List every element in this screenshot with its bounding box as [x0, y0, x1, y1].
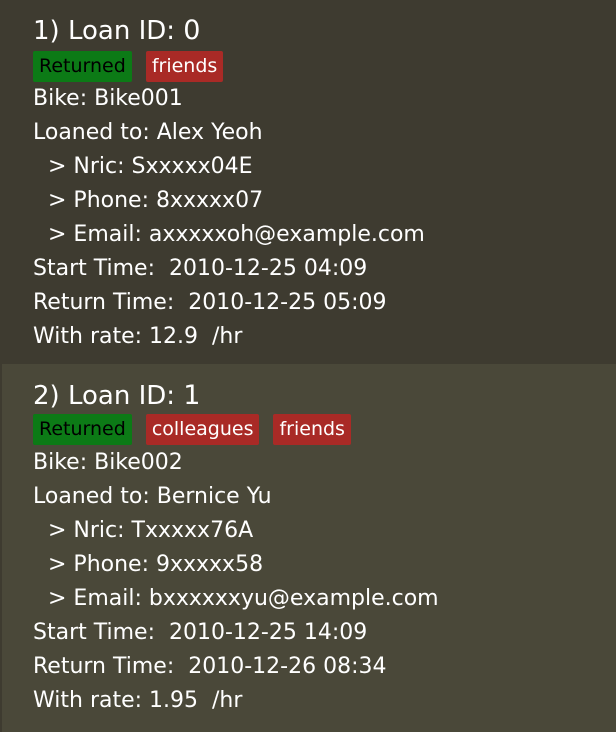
loan-list-item[interactable]: 2) Loan ID: 1 Returned colleagues friend…: [2, 364, 616, 732]
loan-index: 2): [33, 381, 60, 411]
loan-index: 1): [33, 16, 60, 46]
bike-field: Bike: Bike002: [33, 450, 183, 475]
email-field: > Email: axxxxxoh@example.com: [48, 222, 425, 247]
loan-list-item[interactable]: 1) Loan ID: 0 Returned friends Bike: Bik…: [2, 0, 616, 364]
rate-field: With rate: 1.95 /hr: [33, 688, 243, 713]
loan-id-value: 1: [183, 380, 201, 411]
status-badge: Returned: [33, 51, 132, 82]
bike-field: Bike: Bike001: [33, 86, 183, 111]
loan-id-label: Loan ID:: [67, 16, 176, 46]
tag-row: Returned friends: [33, 51, 224, 82]
loaned-to-field: Loaned to: Alex Yeoh: [33, 120, 263, 145]
phone-field: > Phone: 8xxxxx07: [48, 188, 264, 213]
nric-field: > Nric: Sxxxxx04E: [48, 154, 253, 179]
return-time-field: Return Time: 2010-12-26 08:34: [33, 654, 387, 679]
tag-badge: colleagues: [145, 414, 260, 445]
tag-row: Returned colleagues friends: [33, 414, 351, 445]
loan-id-label: Loan ID:: [67, 381, 176, 411]
tag-badge: friends: [145, 51, 224, 82]
nric-field: > Nric: Txxxxx76A: [48, 518, 254, 543]
return-time-field: Return Time: 2010-12-25 05:09: [33, 290, 387, 315]
status-badge: Returned: [33, 414, 132, 445]
start-time-field: Start Time: 2010-12-25 14:09: [33, 620, 368, 645]
start-time-field: Start Time: 2010-12-25 04:09: [33, 256, 368, 281]
loaned-to-field: Loaned to: Bernice Yu: [33, 484, 272, 509]
tag-badge: friends: [273, 414, 351, 445]
loan-title: 2) Loan ID: 1: [33, 380, 201, 412]
loan-id-value: 0: [183, 15, 201, 46]
loan-title: 1) Loan ID: 0: [33, 15, 201, 47]
rate-field: With rate: 12.9 /hr: [33, 324, 243, 349]
email-field: > Email: bxxxxxxyu@example.com: [48, 586, 439, 611]
phone-field: > Phone: 9xxxxx58: [48, 552, 264, 577]
